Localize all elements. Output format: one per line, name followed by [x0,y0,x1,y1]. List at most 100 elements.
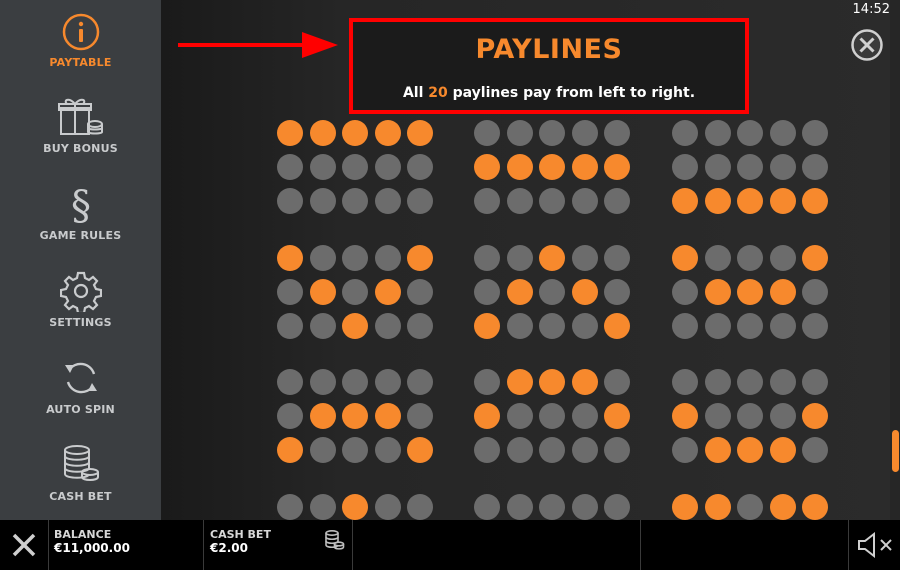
separator [640,520,641,570]
payline-dot-active [704,279,731,305]
payline-dot-active [802,494,828,520]
payline-dot [672,437,698,463]
payline-dot [539,494,565,520]
payline-dot-active [802,188,828,214]
payline-dot [571,245,598,271]
page-title: PAYLINES [475,34,623,65]
clock: 14:52 [852,2,890,17]
payline-dot [506,494,533,520]
payline-dot [277,313,303,339]
payline-dot [769,403,796,429]
payline-dot [737,403,763,429]
payline-dot [672,154,698,180]
payline-dot [604,437,630,463]
payline-dot [407,279,433,305]
annotation-arrow [178,32,338,58]
payline-dot [474,120,500,146]
payline-dot [539,437,565,463]
payline-dot [571,188,598,214]
paylines-subtitle: All 20 paylines pay from left to right. [402,85,696,101]
payline-dot-active [309,403,336,429]
payline-dot [604,494,630,520]
payline-dot-active [407,245,433,271]
payline-dot [407,369,433,395]
payline-dot [374,154,401,180]
separator [48,520,49,570]
payline-dot [737,494,763,520]
payline-dot [802,279,828,305]
payline-dot-active [342,313,368,339]
payline-dot [277,403,303,429]
separator [203,520,204,570]
payline-dot [737,120,763,146]
payline-dot [737,245,763,271]
payline-dot [342,437,368,463]
payline-dot [474,245,500,271]
payline-dot [802,437,828,463]
payline-dot [704,245,731,271]
paylines-header: PAYLINES All 20 paylines pay from left t… [349,18,749,114]
payline-dot-active [737,279,763,305]
payline-dot [407,313,433,339]
payline-dot [672,279,698,305]
payline-dot [474,437,500,463]
exit-game-icon[interactable] [8,529,40,561]
bottom-bar: BALANCE €11,000.00 CASH BET €2.00 [0,520,900,570]
payline-dot [506,188,533,214]
payline-dot-active [474,154,500,180]
coin-stack-icon[interactable] [323,529,345,551]
payline-dot-active [672,403,698,429]
payline-dot-active [309,120,336,146]
payline-dot-active [802,403,828,429]
payline-dot [277,369,303,395]
payline-dot [309,313,336,339]
close-icon[interactable] [851,29,883,61]
payline-dot [474,279,500,305]
payline-dot [374,188,401,214]
payline-dot [672,120,698,146]
payline-dot [277,494,303,520]
payline-dot [309,188,336,214]
payline-dot [506,245,533,271]
payline-dot [342,154,368,180]
payline-dot [309,437,336,463]
payline-dot-active [737,437,763,463]
payline-dot-active [374,120,401,146]
payline-dot-active [672,188,698,214]
payline-dot [802,313,828,339]
payline-dot [802,369,828,395]
payline-dot [407,403,433,429]
payline-dot-active [571,369,598,395]
payline-dot-active [802,245,828,271]
payline-dot-active [506,279,533,305]
payline-dot-active [474,403,500,429]
payline-dot [769,120,796,146]
payline-dot-active [769,279,796,305]
payline-dot [309,154,336,180]
payline-dot [604,279,630,305]
payline-dot [704,369,731,395]
payline-dot-active [672,494,698,520]
payline-dot [342,279,368,305]
payline-dot [769,154,796,180]
sound-muted-icon[interactable] [857,532,895,558]
payline-dot [737,369,763,395]
payline-dot [474,369,500,395]
balance-value: €11,000.00 [54,541,130,555]
payline-dot [277,188,303,214]
payline-dot [277,154,303,180]
payline-dot [539,120,565,146]
payline-dot [571,494,598,520]
payline-dot [672,313,698,339]
separator [848,520,849,570]
payline-dot [769,245,796,271]
payline-dot [571,403,598,429]
payline-dot [407,494,433,520]
balance-label: BALANCE [54,528,112,541]
payline-dot [506,437,533,463]
payline-dot [539,279,565,305]
payline-dot [506,403,533,429]
payline-dot [604,245,630,271]
payline-dot-active [309,279,336,305]
payline-dot [539,403,565,429]
